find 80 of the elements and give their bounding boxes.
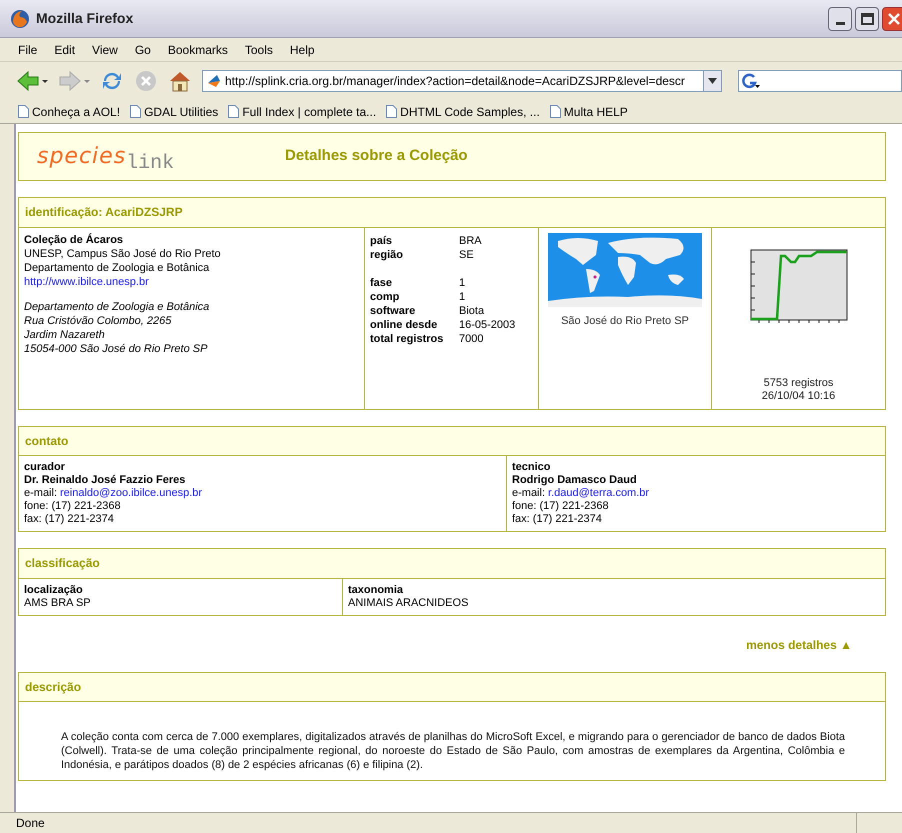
description-text: A coleção conta com cerca de 7.000 exemplares, digitalizados através de planilhas do MicroSoft Excel, e migrando para o gerenciador de banco de dados Biota (Colwell). Trata-se de uma coleção principalmente regional, do noroeste do Estado de São Paulo, com amostras de exemplares da Argentina, Colômbia e Indonésia, e parátipos doados (8) de 2 espécies africanas (6) e filipina (2). (60, 730, 846, 773)
site-icon (207, 74, 221, 88)
menu-item[interactable]: View (92, 40, 118, 58)
bookmark-item[interactable]: GDAL Utilities (144, 102, 218, 120)
window-title: Mozilla Firefox (36, 9, 134, 28)
phone-text: fone: (17) 221-2368 (24, 500, 122, 513)
fact-label: país (370, 234, 394, 248)
chart-caption: 5753 registros (764, 376, 834, 390)
fact-value: BRA (459, 234, 482, 248)
fact-label: fase (370, 276, 394, 290)
page-icon (18, 105, 29, 118)
menu-item[interactable]: Help (290, 40, 315, 58)
fact-label: comp (370, 290, 400, 304)
status-text: Done (15, 815, 46, 832)
collection-name: Coleção de Ácaros (24, 232, 124, 246)
field-value: ANIMAIS ARACNIDEOS (348, 596, 470, 610)
page-heading: Detalhes sobre a Coleção (285, 146, 468, 166)
page-icon (550, 105, 561, 118)
close-button[interactable] (882, 6, 902, 30)
field-value: AMS BRA SP (24, 596, 92, 610)
contact-name: Dr. Reinaldo José Fazzio Feres (24, 474, 186, 487)
browser-logo-icon (10, 8, 30, 28)
fact-label: total registros (370, 332, 444, 346)
search-engine-icon (742, 73, 760, 89)
page-icon (130, 105, 142, 118)
menu-item[interactable]: Tools (244, 40, 273, 58)
phone-text: fone: (17) 221-2368 (512, 500, 610, 513)
chart-caption: 26/10/04 10:16 (762, 390, 836, 402)
address-line: Rua Cristóvão Colombo, 2265 (24, 314, 172, 328)
contact-name: Rodrigo Damasco Daud (512, 474, 638, 487)
caret-icon (708, 78, 717, 84)
email-label: e-mail: (512, 487, 546, 500)
menu-item[interactable]: Go (134, 40, 151, 58)
home-icon[interactable] (168, 69, 192, 93)
address-dropdown-button[interactable] (703, 71, 721, 91)
address-line: Jardim Nazareth (24, 328, 106, 342)
fact-label: software (370, 304, 416, 318)
fact-value: 16-05-2003 (459, 318, 516, 332)
fact-value: SE (459, 248, 474, 262)
field-label: taxonomia (348, 584, 404, 596)
minimize-button[interactable] (828, 6, 852, 30)
fact-value: Biota (459, 304, 484, 318)
page-icon (228, 105, 240, 118)
page-icon (386, 105, 398, 118)
back-arrow-icon[interactable] (16, 70, 48, 92)
address-line: Departamento de Zoologia e Botânica (24, 300, 210, 314)
fact-label: online desde (370, 318, 438, 332)
email-link[interactable]: reinaldo@zoo.ibilce.unesp.br (60, 487, 202, 500)
institution-line: Departamento de Zoologia e Botânica (24, 260, 210, 274)
bookmark-item[interactable]: Multa HELP (564, 102, 628, 120)
website-link[interactable]: http://www.ibilce.unesp.br (24, 274, 149, 288)
close-icon (887, 12, 901, 26)
menu-item[interactable]: Edit (54, 40, 76, 58)
fact-label: região (370, 248, 404, 262)
menu-item[interactable]: File (18, 40, 38, 58)
field-label: localização (24, 584, 84, 596)
section-title: descrição (25, 680, 82, 694)
fax-text: fax: (17) 221-2374 (512, 513, 603, 526)
section-title: classificação (25, 556, 100, 570)
fax-text: fax: (17) 221-2374 (24, 513, 115, 526)
menu-item[interactable]: Bookmarks (168, 40, 228, 58)
fact-value: 1 (459, 276, 466, 290)
bookmark-item[interactable]: DHTML Code Samples, ... (400, 102, 540, 120)
fact-value: 1 (459, 290, 466, 304)
bookmark-item[interactable]: Conheça a AOL! (32, 102, 120, 120)
section-title: contato (25, 434, 68, 448)
fact-value: 7000 (459, 332, 484, 346)
maximize-button[interactable] (855, 6, 879, 30)
bookmark-item[interactable]: Full Index | complete ta... (242, 102, 376, 120)
email-link[interactable]: r.daud@terra.com.br (548, 487, 650, 500)
contact-role: tecnico (512, 461, 552, 474)
map-caption: São José do Rio Preto SP (561, 314, 689, 328)
address-field[interactable]: http://splink.cria.org.br/manager/index?action=detail&node=AcariDZSJRP&level=descr (202, 70, 722, 92)
address-line: 15054-000 São José do Rio Preto SP (24, 342, 208, 356)
section-title: identificação: AcariDZSJRP (25, 205, 183, 219)
search-field[interactable] (738, 70, 902, 92)
email-label: e-mail: (24, 487, 58, 500)
institution-line: UNESP, Campus São José do Rio Preto (24, 246, 222, 260)
address-input[interactable]: http://splink.cria.org.br/manager/index?action=detail&node=AcariDZSJRP&level=descr (225, 72, 703, 90)
contact-role: curador (24, 461, 66, 474)
